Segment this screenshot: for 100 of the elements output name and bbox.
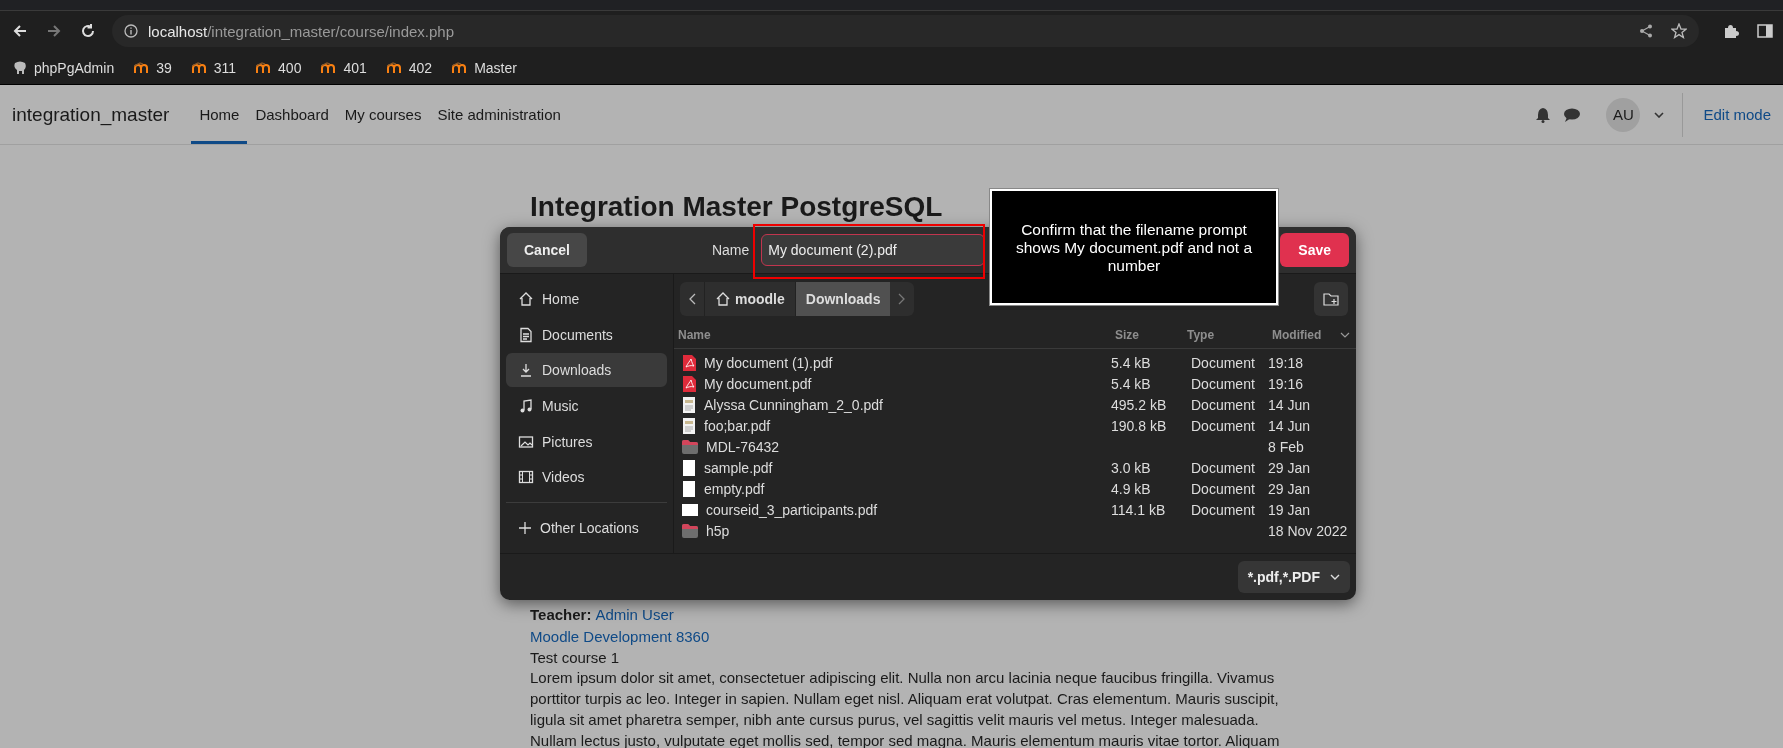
chevron-right-icon: [898, 293, 907, 305]
puzzle-piece-icon: [1723, 23, 1739, 39]
bookmark[interactable]: phpPgAdmin: [10, 57, 117, 78]
moodle-logo-icon: [321, 61, 338, 74]
sidebar-item[interactable]: Music: [506, 389, 667, 423]
nav-tab[interactable]: My courses: [336, 85, 430, 144]
chat-bubble-icon: [1564, 107, 1581, 122]
file-modified: 19 Jan: [1268, 501, 1311, 518]
file-modified: 8 Feb: [1268, 438, 1304, 455]
column-header[interactable]: Size: [1111, 322, 1183, 349]
file-name[interactable]: Alyssa Cunningham_2_0.pdf: [704, 396, 883, 413]
column-header[interactable]: Type: [1183, 322, 1268, 349]
moodle-logo-icon: [386, 61, 403, 74]
file-modified: 29 Jan: [1268, 459, 1311, 476]
moodle-logo-icon: [452, 61, 469, 74]
moodle-logo-icon: [134, 61, 151, 74]
sidebar-item[interactable]: Videos: [506, 460, 667, 495]
bookmark[interactable]: 402: [384, 57, 435, 78]
moodle-logo-icon: [191, 61, 208, 74]
home-icon: [715, 291, 731, 307]
document-icon: [518, 326, 534, 343]
moodle-logo-icon: [256, 61, 273, 74]
sidebar-item[interactable]: Home: [506, 282, 667, 316]
nav-tab[interactable]: Dashboard: [247, 85, 337, 144]
file-modified: 29 Jan: [1268, 480, 1311, 497]
edit-mode-toggle[interactable]: Edit mode: [1703, 106, 1771, 123]
reload-icon: [80, 23, 96, 39]
annotation-note: Confirm that the filename prompt shows My document.pdf and not a number: [990, 189, 1278, 305]
column-header[interactable]: Name: [674, 322, 1111, 349]
course-name: Test course 1: [530, 649, 621, 666]
caret-icon: [1654, 111, 1665, 118]
file-name[interactable]: MDL-76432: [706, 438, 780, 455]
info-icon: [124, 24, 138, 38]
file-size: 3.0 kB: [1111, 459, 1151, 476]
bookmark[interactable]: 311: [189, 57, 239, 78]
file-type-filter[interactable]: *.pdf,*.PDF: [1237, 561, 1350, 593]
file-type: Document: [1191, 459, 1255, 476]
file-size: 190.8 kB: [1111, 417, 1167, 434]
nav-tab[interactable]: Site administration: [429, 85, 569, 144]
file-modified: 19:16: [1268, 375, 1304, 392]
download-icon: [518, 362, 534, 379]
teacher-link[interactable]: Admin User: [595, 606, 674, 623]
file-type: Document: [1191, 354, 1255, 371]
path-button[interactable]: moodle: [704, 282, 795, 316]
address-bar[interactable]: localhost/integration_master/course/index.php: [112, 15, 1699, 47]
film-icon: [518, 469, 534, 486]
bookmark[interactable]: 39: [132, 57, 174, 78]
file-name[interactable]: sample.pdf: [704, 459, 773, 476]
file-type: Document: [1191, 480, 1255, 497]
file-name[interactable]: empty.pdf: [704, 480, 765, 497]
file-size: 5.4 kB: [1111, 375, 1151, 392]
plus-icon: [518, 521, 532, 536]
file-type: Document: [1191, 501, 1255, 518]
file-name[interactable]: h5p: [706, 522, 730, 539]
forward-arrow-icon: [46, 23, 62, 39]
site-name[interactable]: integration_master: [12, 103, 170, 126]
url-path: /integration_master/course/index.php: [207, 22, 454, 40]
page-title: Integration Master PostgreSQL: [530, 192, 943, 222]
save-button[interactable]: Save: [1280, 233, 1349, 267]
file-size: 495.2 kB: [1111, 396, 1167, 413]
share-icon: [1639, 24, 1653, 38]
folder-icon: [682, 523, 698, 538]
file-modified: 14 Jun: [1268, 396, 1311, 413]
nav-tab[interactable]: Home: [191, 85, 248, 144]
elephant-icon: [12, 59, 28, 76]
file-type: Document: [1191, 417, 1255, 434]
name-label: Name: [711, 242, 750, 258]
file-type: Document: [1191, 396, 1255, 413]
new-folder-button[interactable]: [1314, 282, 1348, 316]
bookmark[interactable]: Master: [450, 57, 519, 78]
document-thumbnail-icon: [682, 417, 696, 434]
path-button[interactable]: Downloads: [794, 282, 891, 316]
chevron-left-icon: [688, 293, 696, 305]
course-link[interactable]: Moodle Development 8360: [530, 628, 1290, 645]
file-name[interactable]: courseid_3_participants.pdf: [706, 501, 878, 518]
user-avatar[interactable]: AU: [1606, 97, 1641, 132]
sidebar-item[interactable]: Pictures: [506, 424, 667, 459]
sidebar-item[interactable]: Documents: [506, 317, 667, 352]
sort-caret-icon: [1340, 332, 1350, 338]
picture-icon: [518, 433, 534, 450]
blank-page-icon: [682, 480, 696, 497]
file-name[interactable]: My document.pdf: [704, 375, 812, 392]
column-header[interactable]: Modified: [1268, 322, 1356, 349]
filename-field[interactable]: My document (2).pdf: [761, 234, 986, 266]
file-modified: 18 Nov 2022: [1268, 522, 1348, 539]
home-icon: [518, 290, 534, 307]
folder-plus-icon: [1323, 292, 1339, 306]
sidebar-item[interactable]: Other Locations: [506, 511, 667, 545]
file-name[interactable]: foo;bar.pdf: [704, 417, 771, 434]
caret-icon: [1330, 574, 1340, 580]
bookmark[interactable]: 401: [319, 57, 369, 78]
file-modified: 14 Jun: [1268, 417, 1311, 434]
file-name[interactable]: My document (1).pdf: [704, 354, 833, 371]
pdf-file-icon: [682, 375, 696, 392]
bookmark[interactable]: 400: [254, 57, 304, 78]
pdf-file-icon: [682, 354, 696, 371]
music-note-icon: [518, 398, 534, 414]
sidebar-item[interactable]: Downloads: [506, 353, 667, 388]
cancel-button[interactable]: Cancel: [507, 233, 587, 267]
url-host: localhost: [148, 22, 208, 40]
